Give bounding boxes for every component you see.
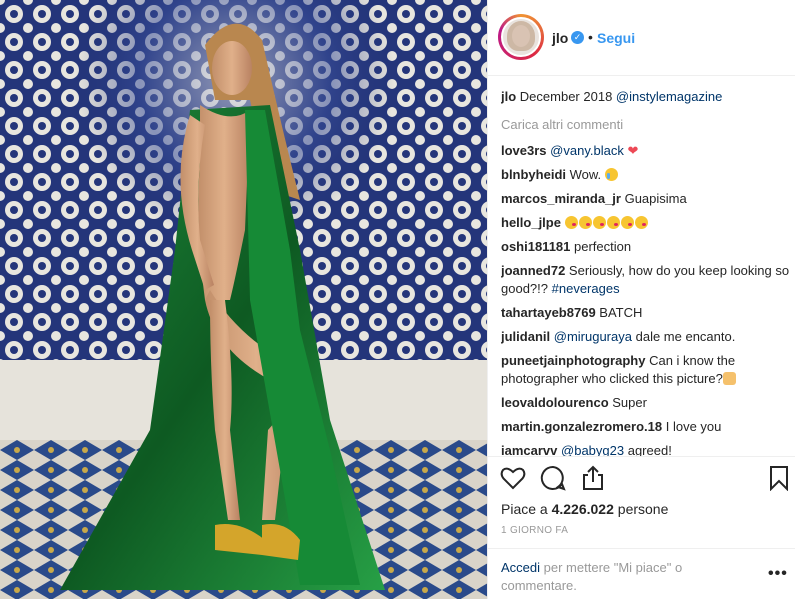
username-link[interactable]: jlo — [552, 30, 568, 46]
comment-item: iamcarvv @babyg23 agreed! — [501, 442, 791, 456]
heart-outline-icon[interactable] — [500, 465, 526, 491]
comment-user[interactable]: julidanil — [501, 329, 550, 344]
comment-mention[interactable]: @miruguraya — [554, 329, 632, 344]
comment-mention[interactable]: @vany.black — [550, 143, 624, 158]
post-header: jlo ✓ • Segui — [488, 0, 795, 76]
post-sidebar: jlo ✓ • Segui jlo December 2018 @instyle… — [487, 0, 795, 599]
more-options-icon[interactable]: ••• — [768, 565, 788, 583]
kissing-face-icon — [620, 216, 634, 229]
comment-text: BATCH — [599, 305, 643, 320]
post-image — [0, 0, 487, 599]
comment-user[interactable]: puneetjainphotography — [501, 353, 645, 368]
avatar-image — [501, 17, 541, 57]
comment-item: marcos_miranda_jr Guapisima — [501, 190, 791, 208]
comment-item: julidanil @miruguraya dale me encanto. — [501, 328, 791, 346]
comment-user[interactable]: martin.gonzalezromero.18 — [501, 419, 662, 434]
likes-prefix: Piace a — [501, 501, 548, 517]
kissing-face-icon — [578, 216, 592, 229]
comment-item: joanned72 Seriously, how do you keep loo… — [501, 262, 791, 298]
bookmark-icon[interactable] — [766, 465, 792, 491]
avatar-face — [512, 25, 530, 47]
kissing-face-icon — [564, 216, 578, 229]
caption: jlo December 2018 @instylemagazine — [501, 88, 791, 106]
verified-badge-icon: ✓ — [571, 31, 584, 44]
crying-face-icon — [604, 168, 618, 181]
comment-text: agreed! — [627, 443, 672, 456]
likes-count[interactable]: Piace a 4.226.022 persone — [501, 501, 668, 517]
comment-user[interactable]: hello_jlpe — [501, 215, 561, 230]
comment-item: blnbyheidi Wow. — [501, 166, 791, 184]
comment-item: leovaldolourenco Super — [501, 394, 791, 412]
kissing-face-icon — [634, 216, 648, 229]
post-actions: Piace a 4.226.022 persone 1 GIORNO FA Ac… — [488, 456, 795, 599]
comment-user[interactable]: joanned72 — [501, 263, 565, 278]
post-photo[interactable] — [0, 0, 487, 599]
comment-user[interactable]: love3rs — [501, 143, 547, 158]
comment-item: martin.gonzalezromero.18 I love you — [501, 418, 791, 436]
comment-text: Super — [612, 395, 647, 410]
comment-text: perfection — [574, 239, 632, 254]
comment-hashtag[interactable]: #neverages — [552, 281, 620, 296]
post-timestamp[interactable]: 1 GIORNO FA — [501, 525, 568, 536]
comment-item: puneetjainphotography Can i know the pho… — [501, 352, 791, 388]
comment-text: I love you — [665, 419, 722, 434]
comment-item: oshi181181 perfection — [501, 238, 791, 256]
load-more-comments-button[interactable]: Carica altri commenti — [501, 116, 791, 134]
comment-text: dale me encanto. — [635, 329, 736, 344]
comment-bubble-icon[interactable] — [540, 465, 566, 491]
caption-user[interactable]: jlo — [501, 89, 516, 104]
comments-list: jlo December 2018 @instylemagazine Caric… — [501, 88, 791, 456]
comment-text: Wow. — [569, 167, 602, 182]
login-link[interactable]: Accedi — [501, 560, 540, 575]
comment-user[interactable]: iamcarvv — [501, 443, 557, 456]
share-upload-icon[interactable] — [580, 465, 606, 491]
comment-item: hello_jlpe — [501, 214, 791, 232]
comment-mention[interactable]: @babyg23 — [561, 443, 624, 456]
comment-item: love3rs @vany.black ❤ — [501, 142, 791, 160]
comment-item: tahartayeb8769 BATCH — [501, 304, 791, 322]
login-text: Accedi per mettere "Mi piace" o commenta… — [501, 559, 731, 595]
separator-dot: • — [588, 29, 593, 45]
login-prompt: Accedi per mettere "Mi piace" o commenta… — [488, 548, 795, 600]
kissing-face-icon — [592, 216, 606, 229]
caption-text: December 2018 — [519, 89, 613, 104]
follow-button[interactable]: Segui — [597, 30, 635, 46]
comment-text: Guapisima — [624, 191, 687, 206]
comment-user[interactable]: blnbyheidi — [501, 167, 566, 182]
likes-suffix: persone — [617, 501, 669, 517]
likes-number: 4.226.022 — [551, 501, 614, 517]
comment-user[interactable]: leovaldolourenco — [501, 395, 609, 410]
kissing-face-icon — [606, 216, 620, 229]
comment-user[interactable]: oshi181181 — [501, 239, 570, 254]
red-heart-icon: ❤ — [627, 143, 639, 158]
avatar[interactable] — [498, 14, 544, 60]
raised-hands-icon — [722, 372, 736, 385]
caption-mention[interactable]: @instylemagazine — [616, 89, 722, 104]
comment-user[interactable]: tahartayeb8769 — [501, 305, 596, 320]
comment-user[interactable]: marcos_miranda_jr — [501, 191, 621, 206]
